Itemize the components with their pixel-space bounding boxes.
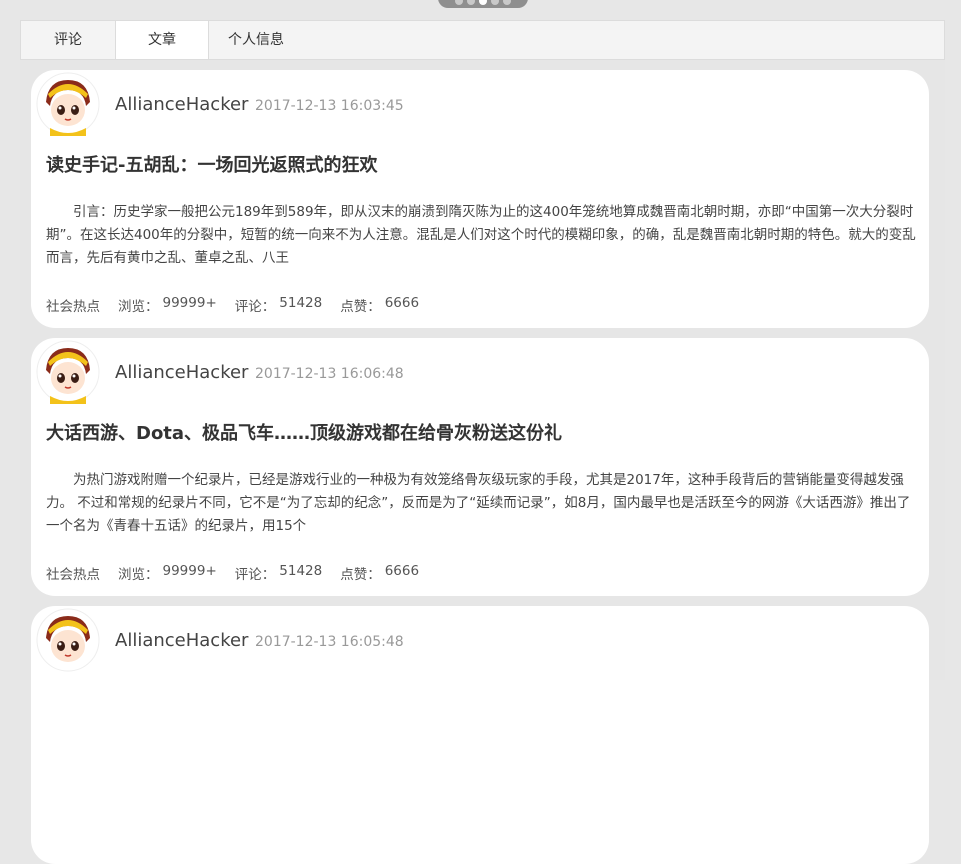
tab-comments[interactable]: 评论 [21,21,115,59]
pager-dot[interactable] [467,0,475,5]
avatar[interactable] [36,72,100,136]
author-name[interactable]: AllianceHacker [115,362,248,383]
post-time: 2017-12-13 16:06:48 [255,366,404,382]
pager-dot[interactable] [491,0,499,5]
likes-label: 点赞： [340,567,381,583]
views-label: 浏览： [118,299,159,315]
article-card[interactable]: AllianceHacker 2017-12-13 16:06:48 大话西游、… [31,338,929,596]
comments-label: 评论： [234,299,276,315]
category-label[interactable]: 社会热点 [46,563,100,583]
content-panel: 评论 文章 个人信息 AllianceHacker 2017-12-13 16:… [20,20,945,864]
likes-label: 点赞： [340,299,381,315]
post-time: 2017-12-13 16:05:48 [255,634,404,650]
article-summary: 为热门游戏附赠一个纪录片，已经是游戏行业的一种极为有效笼络骨灰级玩家的手段，尤其… [46,472,911,534]
views-label: 浏览： [118,567,159,583]
tab-profile[interactable]: 个人信息 [209,21,303,59]
avatar[interactable] [36,608,100,672]
tab-articles[interactable]: 文章 [115,21,209,59]
views-count: 99999+ [162,563,217,579]
article-title[interactable]: 读史手记-五胡乱：一场回光返照式的狂欢 [46,151,377,177]
likes-count: 6666 [384,295,420,311]
article-title[interactable]: 大话西游、Dota、极品飞车……顶级游戏都在给骨灰粉送这份礼 [46,419,562,445]
author-name[interactable]: AllianceHacker [115,94,248,115]
comments-label: 评论： [234,567,276,583]
article-card[interactable]: AllianceHacker 2017-12-13 16:03:45 读史手记-… [31,70,929,328]
comments-count: 51428 [279,563,323,579]
article-card[interactable]: AllianceHacker 2017-12-13 16:05:48 [31,606,929,864]
avatar[interactable] [36,340,100,404]
carousel-pager [438,0,528,8]
likes-count: 6666 [384,563,420,579]
tab-bar: 评论 文章 个人信息 [20,20,945,60]
article-meta: 社会热点 浏览： 99999+ 评论： 51428 点赞： 6666 [46,295,437,315]
pager-dot-active[interactable] [479,0,487,5]
pager-dot[interactable] [503,0,511,5]
post-time: 2017-12-13 16:03:45 [255,98,404,114]
article-meta: 社会热点 浏览： 99999+ 评论： 51428 点赞： 6666 [46,563,437,583]
comments-count: 51428 [279,295,323,311]
article-summary: 引言：历史学家一般把公元189年到589年，即从汉末的崩溃到隋灭陈为止的这400… [46,204,916,266]
views-count: 99999+ [162,295,217,311]
author-name[interactable]: AllianceHacker [115,630,248,651]
pager-dot[interactable] [455,0,463,5]
category-label[interactable]: 社会热点 [46,295,100,315]
